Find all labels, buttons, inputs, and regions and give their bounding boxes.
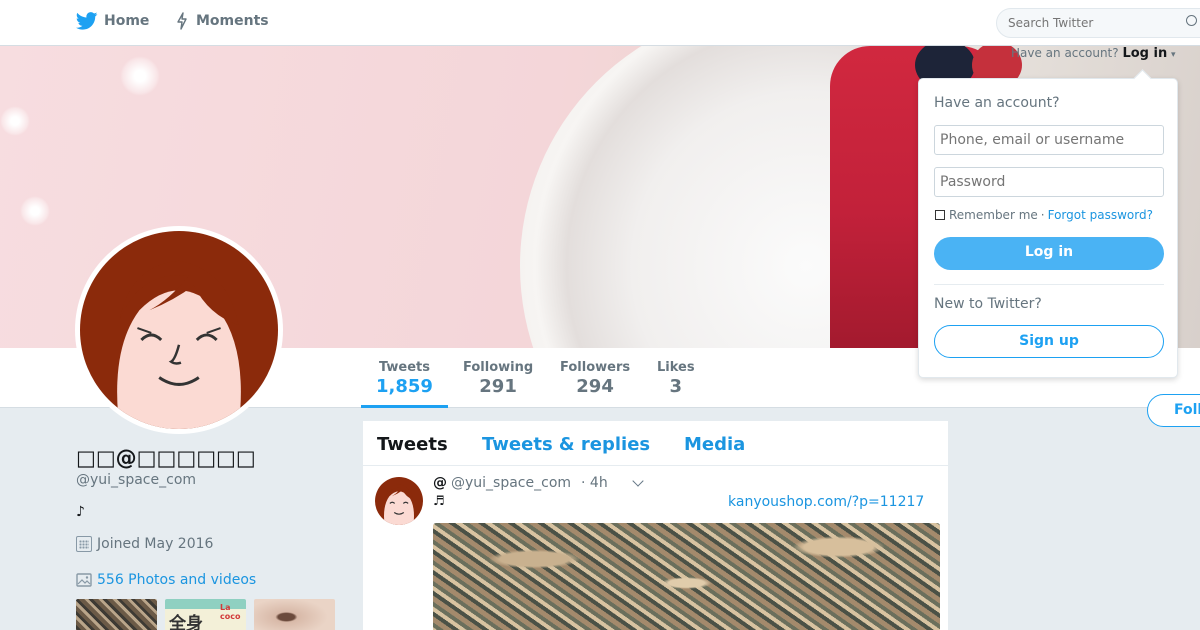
tweet-time[interactable]: · 4h <box>581 475 608 491</box>
login-title: Have an account? <box>934 95 1060 111</box>
login-toggle[interactable]: Log in <box>1122 46 1167 61</box>
flower-decoration <box>0 106 30 136</box>
media-thumbnail[interactable] <box>254 599 335 630</box>
active-stat-underline <box>361 405 448 408</box>
stat-label: Likes <box>657 360 695 375</box>
login-button[interactable]: Log in <box>934 237 1164 270</box>
profile-joined: Joined May 2016 <box>76 536 213 552</box>
tweet-text: ♬ <box>433 494 445 509</box>
nav-moments-label: Moments <box>196 13 269 29</box>
tweet-author-name[interactable]: @ <box>433 475 447 491</box>
joined-text: Joined May 2016 <box>97 536 214 552</box>
remember-label[interactable]: Remember me <box>949 208 1038 222</box>
tab-tweets-replies[interactable]: Tweets & replies <box>482 434 650 455</box>
search-icon[interactable] <box>1186 15 1197 26</box>
flower-decoration <box>20 196 50 226</box>
twitter-bird-icon <box>76 12 98 30</box>
nav-home-label: Home <box>104 13 150 29</box>
chevron-down-icon[interactable]: ▾ <box>1171 50 1176 60</box>
avatar-illustration <box>375 477 423 525</box>
thumbnail-logo: La coco <box>220 603 241 621</box>
flower-decoration <box>120 56 160 96</box>
account-prompt-text: Have an account? <box>1011 46 1119 60</box>
tab-tweets[interactable]: Tweets <box>377 434 448 455</box>
tab-media[interactable]: Media <box>684 434 745 455</box>
media-thumbnail[interactable]: 全身 La coco <box>165 599 246 630</box>
stat-value: 291 <box>479 376 517 397</box>
photos-videos-label: 556 Photos and videos <box>97 572 257 588</box>
tweet-header: @ @yui_space_com · 4h <box>433 475 644 491</box>
account-prompt: Have an account? Log in ▾ <box>1011 46 1176 61</box>
tweet-author-handle[interactable]: @yui_space_com <box>451 475 571 491</box>
divider <box>934 284 1164 285</box>
profile-bio: ♪ <box>76 504 85 520</box>
stat-value: 294 <box>576 376 614 397</box>
photo-icon <box>76 573 92 587</box>
timeline-tabs: Tweets Tweets & replies Media <box>363 421 948 466</box>
separator: · <box>1040 208 1045 222</box>
media-thumbnail[interactable] <box>76 599 157 630</box>
stat-likes[interactable]: Likes 3 <box>657 360 695 397</box>
calendar-icon <box>76 536 92 552</box>
stat-label: Tweets <box>378 360 430 375</box>
stat-tweets[interactable]: Tweets 1,859 <box>376 360 433 397</box>
remember-checkbox[interactable] <box>935 210 945 220</box>
password-field[interactable] <box>934 167 1164 197</box>
profile-handle[interactable]: @yui_space_com <box>76 472 196 488</box>
lightning-icon <box>177 12 187 30</box>
nav-moments[interactable]: Moments <box>176 12 269 30</box>
forgot-password-link[interactable]: Forgot password? <box>1048 208 1153 222</box>
top-nav: Home Moments <box>0 0 1200 46</box>
stat-label: Following <box>463 360 534 375</box>
login-dropdown: Have an account? Remember me · Forgot pa… <box>918 78 1178 378</box>
avatar-illustration <box>80 231 278 429</box>
search-input[interactable] <box>996 8 1200 38</box>
photos-videos-link[interactable]: 556 Photos and videos <box>76 572 256 588</box>
stat-value: 1,859 <box>376 376 433 397</box>
tweet-media-image[interactable] <box>433 523 940 630</box>
thumbnail-text: 全身 <box>169 614 203 630</box>
profile-display-name[interactable]: □□@□□□□□□ <box>76 446 256 470</box>
stat-value: 3 <box>669 376 683 397</box>
timeline: Tweets Tweets & replies Media @ @yui_spa… <box>362 420 949 630</box>
chevron-down-icon[interactable] <box>632 475 644 487</box>
signup-button[interactable]: Sign up <box>934 325 1164 358</box>
stat-following[interactable]: Following 291 <box>463 360 533 397</box>
remember-row: Remember me · Forgot password? <box>935 208 1153 222</box>
new-to-twitter-text: New to Twitter? <box>934 296 1042 312</box>
profile-avatar[interactable] <box>75 226 283 434</box>
follow-button[interactable]: Foll <box>1147 394 1200 427</box>
nav-home[interactable]: Home <box>76 12 149 30</box>
stat-label: Followers <box>560 360 631 375</box>
tweet-avatar[interactable] <box>375 477 423 525</box>
stat-followers[interactable]: Followers 294 <box>560 360 630 397</box>
username-field[interactable] <box>934 125 1164 155</box>
tweet-link[interactable]: kanyoushop.com/?p=11217 <box>728 494 924 510</box>
